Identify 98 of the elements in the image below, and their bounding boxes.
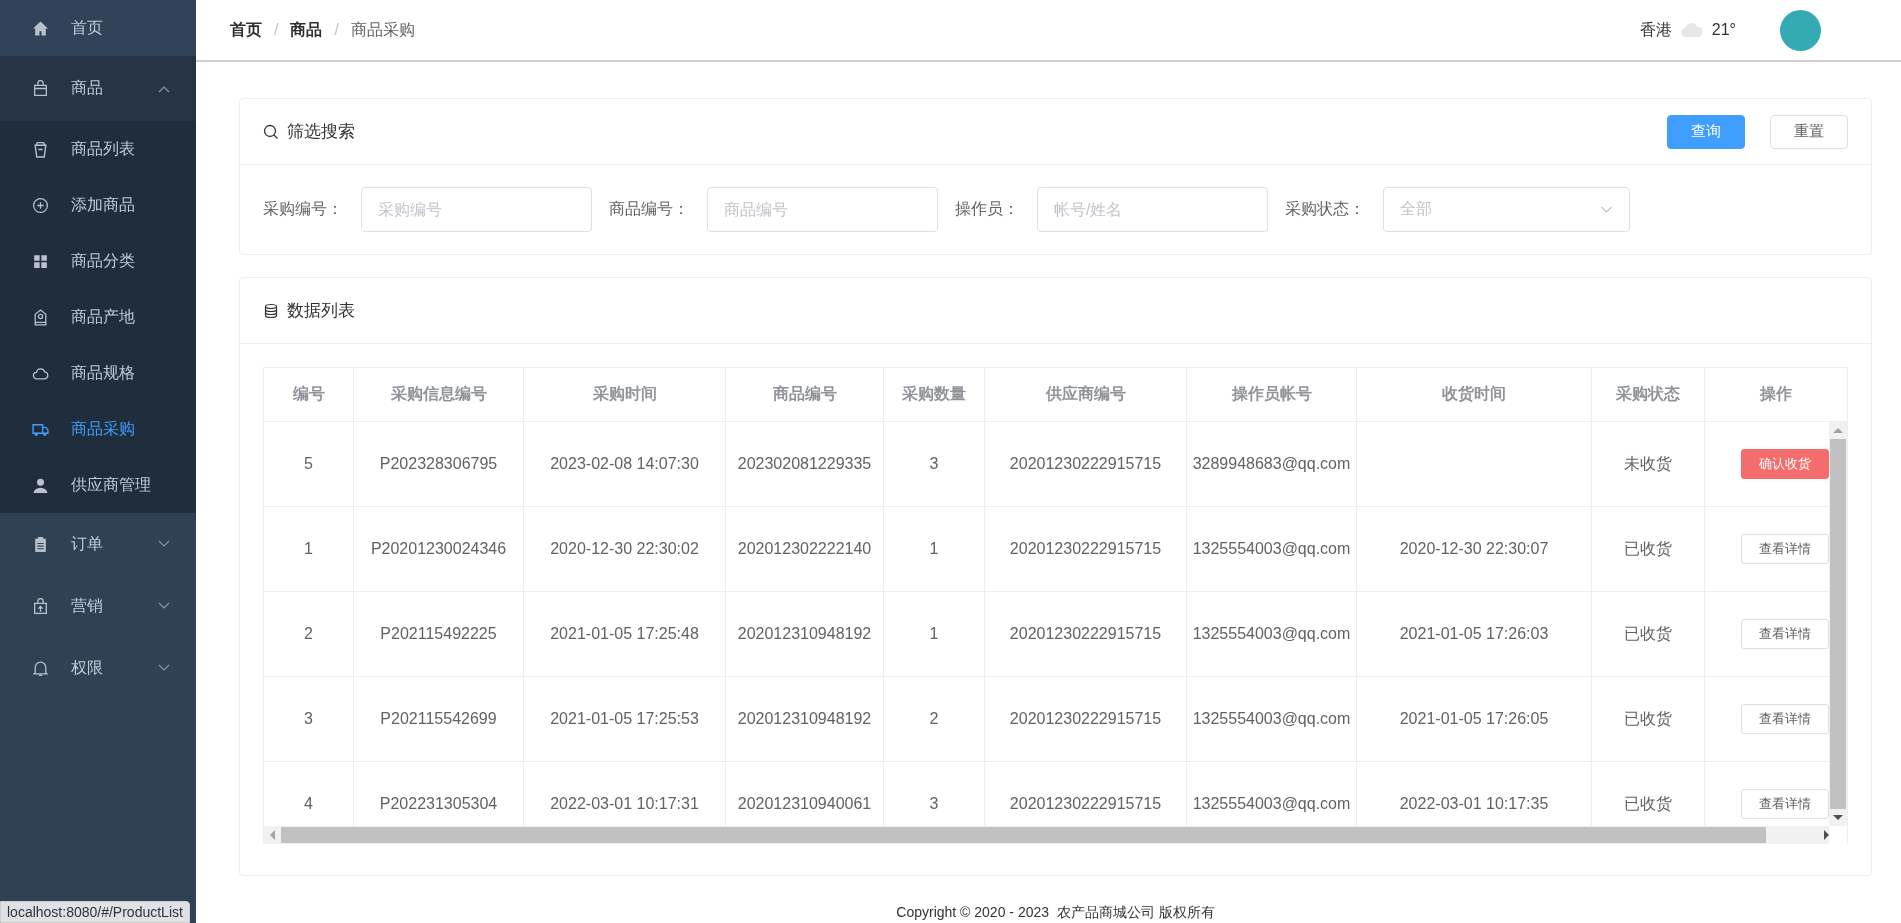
table-cell: 已收货 [1592,592,1705,677]
status-url: localhost:8080/#/ProductList [0,901,190,923]
bell-icon [32,659,49,677]
horizontal-scrollbar[interactable] [264,826,1829,844]
input-field[interactable]: 商品编号 [707,187,938,232]
table-cell: 已收货 [1592,677,1705,762]
table-cell: 5 [264,422,354,507]
submenu-item[interactable]: 添加商品 [0,177,196,233]
column-header: 采购信息编号 [354,368,524,422]
field-label: 采购状态： [1285,199,1365,219]
vertical-scrollbar[interactable] [1829,422,1847,826]
breadcrumb-link[interactable]: 商品 [290,19,323,41]
submenu-item[interactable]: 供应商管理 [0,457,196,513]
city-label: 香港 [1639,19,1672,40]
column-header: 编号 [264,368,354,422]
submenu-item[interactable]: 商品列表 [0,121,196,177]
home-icon [32,19,49,37]
table-cell: 1 [264,507,354,592]
table-cell: 2 [884,677,985,762]
chevron-down-icon [158,540,170,548]
shopping-bag-icon [32,80,49,97]
avatar[interactable] [1780,9,1821,51]
table-cell: 1325554003@qq.com [1187,592,1357,677]
table-cell: 1325554003@qq.com [1187,677,1357,762]
table-cell: 20201230222915715 [985,592,1187,677]
table-cell: P202115542699 [354,677,524,762]
submenu-item[interactable]: 商品规格 [0,345,196,401]
submenu-item[interactable]: 商品产地 [0,289,196,345]
column-header: 供应商编号 [985,368,1187,422]
table-cell: 202012302222140 [726,507,884,592]
column-header: 采购时间 [524,368,726,422]
input-field[interactable]: 采购编号 [361,187,592,232]
submenu-item[interactable]: 商品采购 [0,401,196,457]
input-field[interactable]: 帐号/姓名 [1037,187,1268,232]
field-label: 操作员： [955,199,1019,219]
menu-item[interactable]: 营销 [0,575,196,637]
bag-arrow-icon [32,597,49,615]
table-cell: 202012310948192 [726,677,884,762]
chevron-down-icon [1600,205,1613,214]
cup-icon [32,140,49,158]
field-label: 商品编号： [609,199,689,219]
reset-button[interactable]: 重置 [1770,114,1848,149]
database-icon [263,302,279,319]
table-cell: 已收货 [1592,507,1705,592]
table-cell: P202115492225 [354,592,524,677]
table-cell: 2023-02-08 14:07:30 [524,422,726,507]
menu-item[interactable]: 商品 [0,56,196,121]
column-header: 商品编号 [726,368,884,422]
plus-circle-icon [32,196,49,214]
temperature-label: 21° [1711,21,1736,39]
table-cell: 1 [884,507,985,592]
column-header: 收货时间 [1357,368,1592,422]
table-cell: P202328306795 [354,422,524,507]
breadcrumb-separator: / [274,21,279,39]
table-cell: 202012310948192 [726,592,884,677]
table-cell: 未收货 [1592,422,1705,507]
table-cell: 20201230222915715 [985,677,1187,762]
view-details-button[interactable]: 查看详情 [1741,534,1829,564]
cloud-icon [1679,22,1704,38]
view-details-button[interactable]: 查看详情 [1741,704,1829,734]
chevron-up-icon [158,84,170,93]
table-cell: 3289948683@qq.com [1187,422,1357,507]
table-cell: 3 [884,422,985,507]
card-title: 筛选搜索 [287,121,355,143]
column-header: 采购状态 [1592,368,1705,422]
table-cell: 2021-01-05 17:25:48 [524,592,726,677]
submenu-item[interactable]: 商品分类 [0,233,196,289]
search-icon [263,123,279,140]
table-cell: 1 [884,592,985,677]
table-cell: 2021-01-05 17:26:05 [1357,677,1592,762]
table-cell: 1325554003@qq.com [1187,507,1357,592]
table-cell: 20201230222915715 [985,507,1187,592]
chevron-down-icon [158,664,170,672]
table-cell: 2021-01-05 17:25:53 [524,677,726,762]
clipboard-icon [32,535,49,553]
column-header: 操作员帐号 [1187,368,1357,422]
breadcrumb-link[interactable]: 首页 [230,19,262,41]
menu-item[interactable]: 权限 [0,637,196,699]
column-header: 采购数量 [884,368,985,422]
breadcrumb-separator: / [334,21,339,39]
field-label: 采购编号： [263,199,343,219]
table-cell: 2 [264,592,354,677]
view-details-button[interactable]: 查看详情 [1741,619,1829,649]
table-cell: 2020-12-30 22:30:02 [524,507,726,592]
card-title: 数据列表 [287,300,355,322]
chevron-down-icon [158,602,170,610]
grid-icon [32,252,49,270]
table-cell: 202302081229335 [726,422,884,507]
table-cell: 2020-12-30 22:30:07 [1357,507,1592,592]
view-details-button[interactable]: 查看详情 [1741,789,1829,819]
table-cell: 2021-01-05 17:26:03 [1357,592,1592,677]
copyright-text: Copyright © 2020 - 2023 农产品商城公司 版权所有 [895,904,1216,922]
table-cell: 3 [264,677,354,762]
table-cell: 20201230222915715 [985,422,1187,507]
location-icon [32,308,49,326]
user-icon [32,476,49,494]
menu-item[interactable]: 订单 [0,513,196,575]
table-cell: P20201230024346 [354,507,524,592]
